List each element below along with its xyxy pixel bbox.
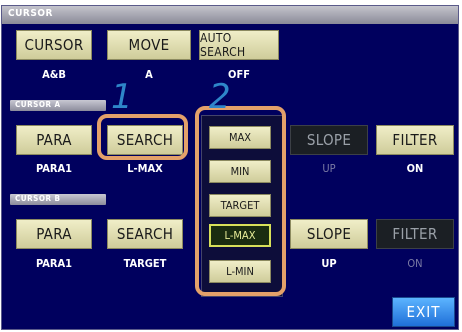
cursor-a-slope-value: UP bbox=[322, 162, 336, 175]
cursor-b-filter-button[interactable]: FILTER bbox=[376, 219, 454, 249]
dialog-title: CURSOR bbox=[8, 8, 53, 19]
cursor-a-slope-button[interactable]: SLOPE bbox=[290, 125, 368, 155]
cursor-button[interactable]: CURSOR bbox=[16, 30, 92, 60]
search-option-max[interactable]: MAX bbox=[209, 126, 271, 149]
cursor-b-slope-value: UP bbox=[321, 257, 337, 270]
search-options-menu: MAX MIN TARGET L-MAX L-MIN bbox=[201, 115, 283, 297]
move-button[interactable]: MOVE bbox=[107, 30, 191, 60]
cursor-b-para-button[interactable]: PARA bbox=[16, 219, 92, 249]
cursor-b-section-bar: CURSOR B bbox=[10, 194, 106, 205]
cursor-b-search-value: TARGET bbox=[123, 257, 167, 270]
auto-search-button[interactable]: AUTO SEARCH bbox=[199, 30, 279, 60]
cursor-b-section-label: CURSOR B bbox=[15, 194, 61, 203]
cursor-a-search-button[interactable]: SEARCH bbox=[107, 125, 183, 155]
step-1-number: 1 bbox=[111, 77, 133, 117]
search-option-l-min[interactable]: L-MIN bbox=[209, 260, 271, 283]
cursor-a-filter-button[interactable]: FILTER bbox=[376, 125, 454, 155]
exit-button[interactable]: EXIT bbox=[392, 297, 455, 327]
cursor-b-para-value: PARA1 bbox=[35, 257, 73, 270]
cursor-a-section-label: CURSOR A bbox=[15, 100, 61, 109]
cursor-a-para-value: PARA1 bbox=[35, 162, 73, 175]
cursor-b-slope-button[interactable]: SLOPE bbox=[290, 219, 368, 249]
search-option-min[interactable]: MIN bbox=[209, 160, 271, 183]
cursor-a-para-button[interactable]: PARA bbox=[16, 125, 92, 155]
cursor-b-filter-value: ON bbox=[407, 257, 423, 270]
search-option-target[interactable]: TARGET bbox=[209, 194, 271, 217]
cursor-a-section-bar: CURSOR A bbox=[10, 100, 106, 111]
cursor-a-search-value: L-MAX bbox=[127, 162, 163, 175]
title-bar: CURSOR bbox=[2, 6, 458, 24]
cursor-value: A&B bbox=[42, 68, 66, 81]
cursor-b-search-button[interactable]: SEARCH bbox=[107, 219, 183, 249]
search-option-l-max[interactable]: L-MAX bbox=[209, 224, 271, 247]
cursor-dialog: CURSOR CURSOR A&B MOVE A AUTO SEARCH OFF… bbox=[1, 5, 459, 330]
step-2-number: 2 bbox=[209, 77, 231, 117]
cursor-a-filter-value: ON bbox=[406, 162, 424, 175]
